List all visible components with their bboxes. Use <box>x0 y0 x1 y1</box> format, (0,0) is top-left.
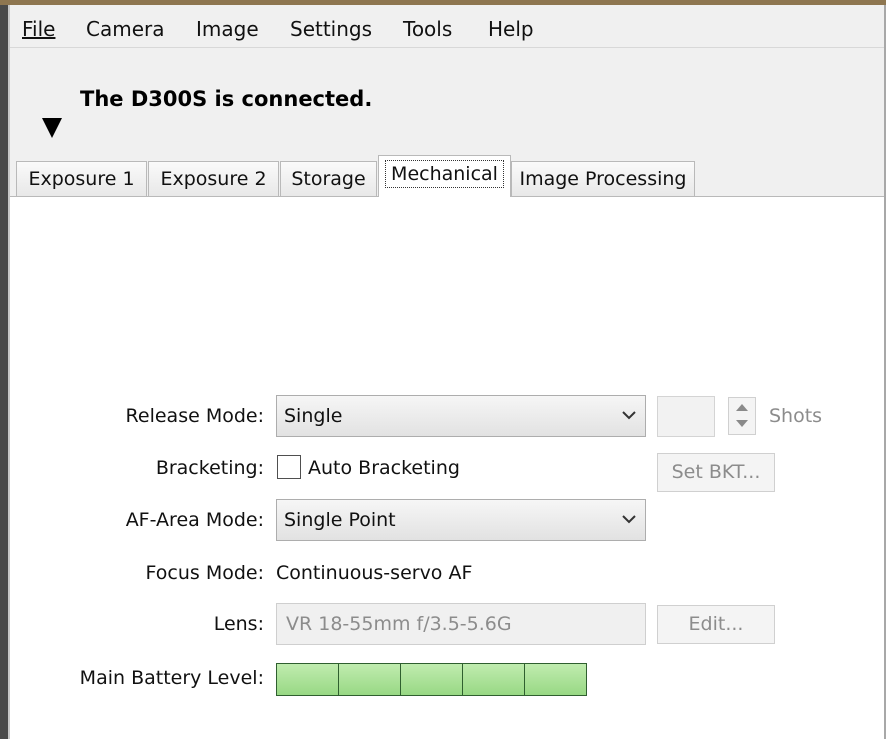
focus-mode-value: Continuous-servo AF <box>276 562 473 584</box>
release-mode-select[interactable]: Single <box>276 395 646 437</box>
battery-segment <box>463 664 525 695</box>
menu-file-label: File <box>22 17 56 41</box>
spin-up-icon[interactable] <box>736 404 748 411</box>
af-area-mode-select[interactable]: Single Point <box>276 499 646 541</box>
tab-exposure-1[interactable]: Exposure 1 <box>16 161 147 196</box>
menu-tools-label: Tools <box>403 17 453 41</box>
release-mode-value: Single <box>284 405 343 427</box>
menu-settings[interactable]: Settings <box>290 17 372 41</box>
menu-image[interactable]: Image <box>196 17 259 41</box>
menu-image-label: Image <box>196 17 259 41</box>
spin-down-icon[interactable] <box>736 420 748 427</box>
menu-file[interactable]: File <box>22 17 55 41</box>
tab-mechanical-label: Mechanical <box>385 160 504 188</box>
battery-segment <box>525 664 586 695</box>
shots-spinner[interactable] <box>728 397 756 435</box>
tab-exposure-1-label: Exposure 1 <box>28 168 135 190</box>
tab-storage-label: Storage <box>291 168 366 190</box>
connection-status: The D300S is connected. <box>80 87 373 111</box>
tab-image-processing-label: Image Processing <box>519 168 687 190</box>
menu-help[interactable]: Help <box>488 17 534 41</box>
tab-storage[interactable]: Storage <box>280 161 377 196</box>
release-mode-label: Release Mode: <box>125 405 264 427</box>
set-bkt-button[interactable]: Set BKT... <box>657 453 775 492</box>
bracketing-label: Bracketing: <box>155 457 264 479</box>
tab-exposure-2[interactable]: Exposure 2 <box>148 161 279 196</box>
window-left-edge <box>0 5 8 739</box>
battery-level-label: Main Battery Level: <box>79 667 264 689</box>
battery-segment <box>339 664 401 695</box>
battery-segment <box>401 664 463 695</box>
menu-bar: File Camera Image Settings Tools Help <box>10 5 884 47</box>
menu-settings-label: Settings <box>290 17 373 41</box>
menu-camera[interactable]: Camera <box>86 17 165 41</box>
menu-camera-label: Camera <box>86 17 165 41</box>
collapse-arrow-icon[interactable] <box>42 118 62 138</box>
tab-image-processing[interactable]: Image Processing <box>511 161 695 196</box>
tab-exposure-2-label: Exposure 2 <box>160 168 267 190</box>
shots-input[interactable] <box>657 396 715 437</box>
lens-label: Lens: <box>213 613 264 635</box>
battery-level-meter <box>276 663 587 696</box>
chevron-down-icon <box>622 515 636 524</box>
auto-bracketing-checkbox[interactable] <box>277 455 301 479</box>
focus-mode-label: Focus Mode: <box>145 562 264 584</box>
af-area-mode-value: Single Point <box>284 509 396 531</box>
menu-separator <box>10 47 884 48</box>
edit-lens-button[interactable]: Edit... <box>657 605 775 644</box>
chevron-down-icon <box>622 411 636 420</box>
battery-segment <box>277 664 339 695</box>
lens-value: VR 18-55mm f/3.5-5.6G <box>286 613 512 635</box>
menu-help-label: Help <box>488 17 534 41</box>
af-area-mode-label: AF-Area Mode: <box>125 509 264 531</box>
tab-mechanical[interactable]: Mechanical <box>378 155 511 197</box>
lens-field: VR 18-55mm f/3.5-5.6G <box>276 603 646 645</box>
shots-label: Shots <box>769 405 823 427</box>
auto-bracketing-label[interactable]: Auto Bracketing <box>308 456 460 480</box>
menu-tools[interactable]: Tools <box>403 17 452 41</box>
